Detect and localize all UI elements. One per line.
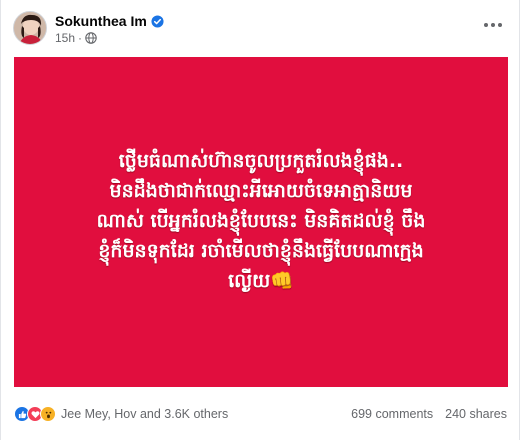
post-text-banner[interactable]: ថ្លើមធំណាស់ហ៊ានចូលប្រកួតរំលងខ្ញុំផង.. មិ… <box>14 57 508 387</box>
comments-count[interactable]: 699 comments <box>351 407 433 421</box>
post-meta: 15h · <box>55 31 97 45</box>
facebook-post: Sokunthea Im 15h · ថ្លើមធំណាស់ហ៊ានចូលប្រ… <box>0 0 520 440</box>
post-timestamp[interactable]: 15h <box>55 31 75 45</box>
meta-separator: · <box>78 31 83 45</box>
author-avatar[interactable] <box>13 11 47 45</box>
author-line: Sokunthea Im <box>55 13 164 29</box>
wow-reaction-icon <box>40 406 56 422</box>
banner-line: មិនដឹងថាជាក់ឈ្មោះអីអោយចំទេអាត្មានិយម <box>109 180 413 202</box>
more-dot <box>484 23 488 27</box>
post-header: Sokunthea Im 15h · <box>13 11 507 47</box>
more-options-icon[interactable] <box>479 15 507 35</box>
reactions-summary[interactable]: Jee Mey, Hov and 3.6K others <box>14 406 228 422</box>
banner-line: ល្ងើយ👊 <box>228 270 294 292</box>
shares-count[interactable]: 240 shares <box>445 407 507 421</box>
author-name[interactable]: Sokunthea Im <box>55 13 147 29</box>
more-dot <box>491 23 495 27</box>
more-dot <box>498 23 502 27</box>
banner-line: ថ្លើមធំណាស់ហ៊ានចូលប្រកួតរំលងខ្ញុំផង.. <box>118 150 404 172</box>
verified-badge-icon <box>151 14 164 28</box>
reactors-text[interactable]: Jee Mey, Hov and 3.6K others <box>61 407 228 421</box>
banner-line: ខ្ញុំក៏មិនទុកដែរ រចាំមើលថាខ្ញុំនឹងធ្វើបែ… <box>98 240 424 262</box>
engagement-stats: 699 comments 240 shares <box>351 407 507 421</box>
banner-text: ថ្លើមធំណាស់ហ៊ានចូលប្រកួតរំលងខ្ញុំផង.. មិ… <box>41 146 481 296</box>
avatar-image <box>14 12 46 44</box>
post-footer: Jee Mey, Hov and 3.6K others 699 comment… <box>14 404 507 426</box>
globe-icon[interactable] <box>85 32 97 44</box>
banner-line: ណាស់ បើអ្នករំលងខ្ញុំបែបនេះ មិនគិតដល់ខ្ញុ… <box>96 210 426 232</box>
